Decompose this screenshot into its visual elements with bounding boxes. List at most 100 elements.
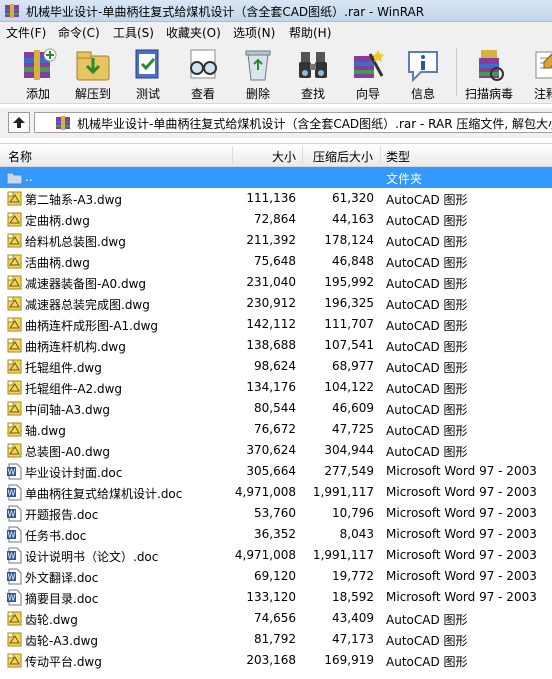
file-name: 齿轮-A3.dwg <box>25 634 99 648</box>
file-row[interactable]: W 设计说明书（论文）.doc 4,971,008 1,991,117 Microsof… <box>0 545 552 566</box>
column-divider[interactable] <box>380 146 381 165</box>
word-document-icon: W <box>6 568 23 585</box>
file-row[interactable]: 齿轮-A3.dwg 81,792 47,173 AutoCAD 图形 <box>0 629 552 650</box>
virus-scan-icon <box>479 50 504 81</box>
menu-commands[interactable]: 命令(C) <box>58 24 100 41</box>
file-row[interactable]: W 毕业设计封面.doc 305,664 277,549 Microsoft Word … <box>0 461 552 482</box>
column-header: 名称 大小 压缩后大小 类型 <box>0 143 552 167</box>
file-row[interactable]: 曲柄连杆机构.dwg 138,688 107,541 AutoCAD 图形 <box>0 335 552 356</box>
comment-icon <box>535 51 552 79</box>
column-divider[interactable] <box>302 146 303 165</box>
file-packed-size: 43,409 <box>332 611 374 625</box>
file-type: AutoCAD 图形 <box>386 214 468 228</box>
file-row[interactable]: 托辊组件-A2.dwg 134,176 104,122 AutoCAD 图形 <box>0 377 552 398</box>
file-row[interactable]: 给料机总装图.dwg 211,392 178,124 AutoCAD 图形 <box>0 230 552 251</box>
add-button[interactable]: 添加 <box>12 44 64 102</box>
address-path: 机械毕业设计-单曲柄往复式给煤机设计（含全套CAD图纸）.rar - RAR 压… <box>77 117 552 131</box>
file-name: 轴.dwg <box>25 424 66 438</box>
file-type: Microsoft Word 97 - 2003 <box>386 590 537 604</box>
file-row[interactable]: 第二轴系-A3.dwg 111,136 61,320 AutoCAD 图形 <box>0 188 552 209</box>
file-row[interactable]: 总装图-A0.dwg 370,624 304,944 AutoCAD 图形 <box>0 440 552 461</box>
delete-button[interactable]: 删除 <box>232 44 284 102</box>
file-row[interactable]: 活曲柄.dwg 75,648 46,848 AutoCAD 图形 <box>0 251 552 272</box>
svg-text:W: W <box>8 510 16 519</box>
menu-tools[interactable]: 工具(S) <box>113 24 154 41</box>
file-size: 98,624 <box>254 359 296 373</box>
file-row[interactable]: 减速器总装完成图.dwg 230,912 196,325 AutoCAD 图形 <box>0 293 552 314</box>
parent-folder-row[interactable]: .. 文件夹 <box>0 167 552 188</box>
file-packed-size: 169,919 <box>324 653 374 667</box>
up-folder-button[interactable] <box>8 112 30 133</box>
file-row[interactable]: 齿轮.dwg 74,656 43,409 AutoCAD 图形 <box>0 608 552 629</box>
column-packed[interactable]: 压缩后大小 <box>313 148 373 165</box>
file-size: 142,112 <box>246 317 296 331</box>
comment-button[interactable]: 注释 <box>520 44 552 102</box>
file-size: 305,664 <box>246 464 296 478</box>
autocad-file-icon <box>6 253 23 270</box>
word-document-icon: W <box>6 547 23 564</box>
info-icon <box>408 51 438 83</box>
file-name: 第二轴系-A3.dwg <box>25 193 123 207</box>
address-bar: 机械毕业设计-单曲柄往复式给煤机设计（含全套CAD图纸）.rar - RAR 压… <box>0 108 552 138</box>
menu-file[interactable]: 文件(F) <box>6 24 46 41</box>
file-size: 203,168 <box>246 653 296 667</box>
extract-to-label: 解压到 <box>74 87 111 101</box>
wizard-button[interactable]: 向导 <box>342 44 394 102</box>
virus-scan-label: 扫描病毒 <box>464 87 513 101</box>
file-packed-size: 178,124 <box>324 233 374 247</box>
file-row[interactable]: 传动平台.dwg 203,168 169,919 AutoCAD 图形 <box>0 650 552 671</box>
file-packed-size: 68,977 <box>332 359 374 373</box>
test-button[interactable]: 测试 <box>122 44 174 102</box>
extract-to-button[interactable]: 解压到 <box>67 44 119 102</box>
up-arrow-icon <box>13 117 25 128</box>
address-field[interactable]: 机械毕业设计-单曲柄往复式给煤机设计（含全套CAD图纸）.rar - RAR 压… <box>34 112 552 133</box>
file-type: AutoCAD 图形 <box>386 361 468 375</box>
file-name: 毕业设计封面.doc <box>25 466 123 480</box>
file-row[interactable]: 中间轴-A3.dwg 80,544 46,609 AutoCAD 图形 <box>0 398 552 419</box>
recycle-bin-icon <box>245 50 271 81</box>
wizard-label: 向导 <box>355 87 380 101</box>
view-button[interactable]: 查看 <box>177 44 229 102</box>
file-packed-size: 277,549 <box>324 464 374 478</box>
autocad-file-icon <box>6 379 23 396</box>
word-document-icon: W <box>6 484 23 501</box>
file-packed-size: 104,122 <box>324 380 374 394</box>
svg-text:W: W <box>8 489 16 498</box>
column-divider[interactable] <box>232 146 233 165</box>
file-row[interactable]: 曲柄连杆成形图-A1.dwg 142,112 111,707 AutoCAD 图形 <box>0 314 552 335</box>
file-row[interactable]: W 摘要目录.doc 133,120 18,592 Microsoft Word 97 … <box>0 587 552 608</box>
column-name[interactable]: 名称 <box>8 148 32 165</box>
file-row[interactable]: W 单曲柄往复式给煤机设计.doc 4,971,008 1,991,117 Micros… <box>0 482 552 503</box>
file-row[interactable]: 托辊组件.dwg 98,624 68,977 AutoCAD 图形 <box>0 356 552 377</box>
file-type: AutoCAD 图形 <box>386 193 468 207</box>
word-document-icon: W <box>6 589 23 606</box>
virus-scan-button[interactable]: 扫描病毒 <box>461 44 517 102</box>
autocad-file-icon <box>6 211 23 228</box>
menu-help[interactable]: 帮助(H) <box>289 24 331 41</box>
file-row[interactable]: W 开题报告.doc 53,760 10,796 Microsoft Word 97 -… <box>0 503 552 524</box>
autocad-file-icon <box>6 631 23 648</box>
file-row[interactable]: 轴.dwg 76,672 47,725 AutoCAD 图形 <box>0 419 552 440</box>
info-button[interactable]: 信息 <box>397 44 449 102</box>
file-row[interactable]: W 外文翻译.doc 69,120 19,772 Microsoft Word 97 -… <box>0 566 552 587</box>
column-type[interactable]: 类型 <box>386 148 410 165</box>
toolbar-separator <box>456 48 457 96</box>
file-type: Microsoft Word 97 - 2003 <box>386 464 537 478</box>
file-type: Microsoft Word 97 - 2003 <box>386 506 537 520</box>
menu-favorites[interactable]: 收藏夹(O) <box>166 24 221 41</box>
find-button[interactable]: 查找 <box>287 44 339 102</box>
file-row[interactable]: 定曲柄.dwg 72,864 44,163 AutoCAD 图形 <box>0 209 552 230</box>
svg-text:W: W <box>8 468 16 477</box>
file-row[interactable]: W 任务书.doc 36,352 8,043 Microsoft Word 97 - 2… <box>0 524 552 545</box>
add-archive-icon <box>24 48 57 80</box>
autocad-file-icon <box>6 337 23 354</box>
file-packed-size: 47,173 <box>332 632 374 646</box>
file-row[interactable]: 减速器装备图-A0.dwg 231,040 195,992 AutoCAD 图形 <box>0 272 552 293</box>
file-size: 81,792 <box>254 632 296 646</box>
file-type: AutoCAD 图形 <box>386 256 468 270</box>
file-packed-size: 61,320 <box>332 191 374 205</box>
view-label: 查看 <box>190 87 215 101</box>
menu-options[interactable]: 选项(N) <box>233 24 275 41</box>
file-name: .. <box>25 170 33 184</box>
column-size[interactable]: 大小 <box>272 148 296 165</box>
